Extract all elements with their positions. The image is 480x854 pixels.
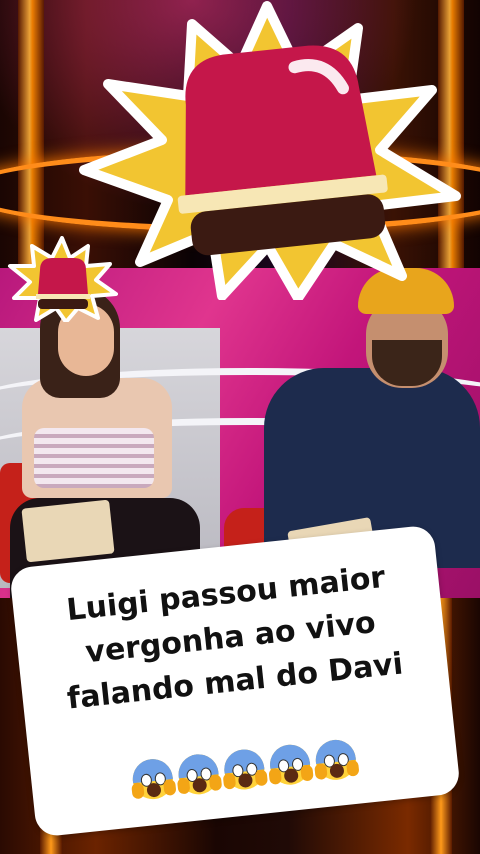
siren-icon [79, 1, 461, 300]
screaming-face-icon [220, 743, 269, 792]
video-frame: Luigi passou maior vergonha ao vivo fala… [0, 0, 480, 854]
script-card [21, 499, 115, 563]
screaming-face-icon [128, 753, 177, 802]
siren-icon [8, 236, 118, 322]
light-pillar [18, 0, 44, 270]
screaming-face-icon [311, 734, 360, 782]
screaming-face-icon [174, 748, 223, 797]
presenter-left-top [34, 428, 154, 488]
screaming-face-icon [266, 739, 314, 787]
caption-text: Luigi passou maior vergonha ao vivo fala… [12, 550, 449, 726]
caption-card: Luigi passou maior vergonha ao vivo fala… [9, 524, 461, 838]
